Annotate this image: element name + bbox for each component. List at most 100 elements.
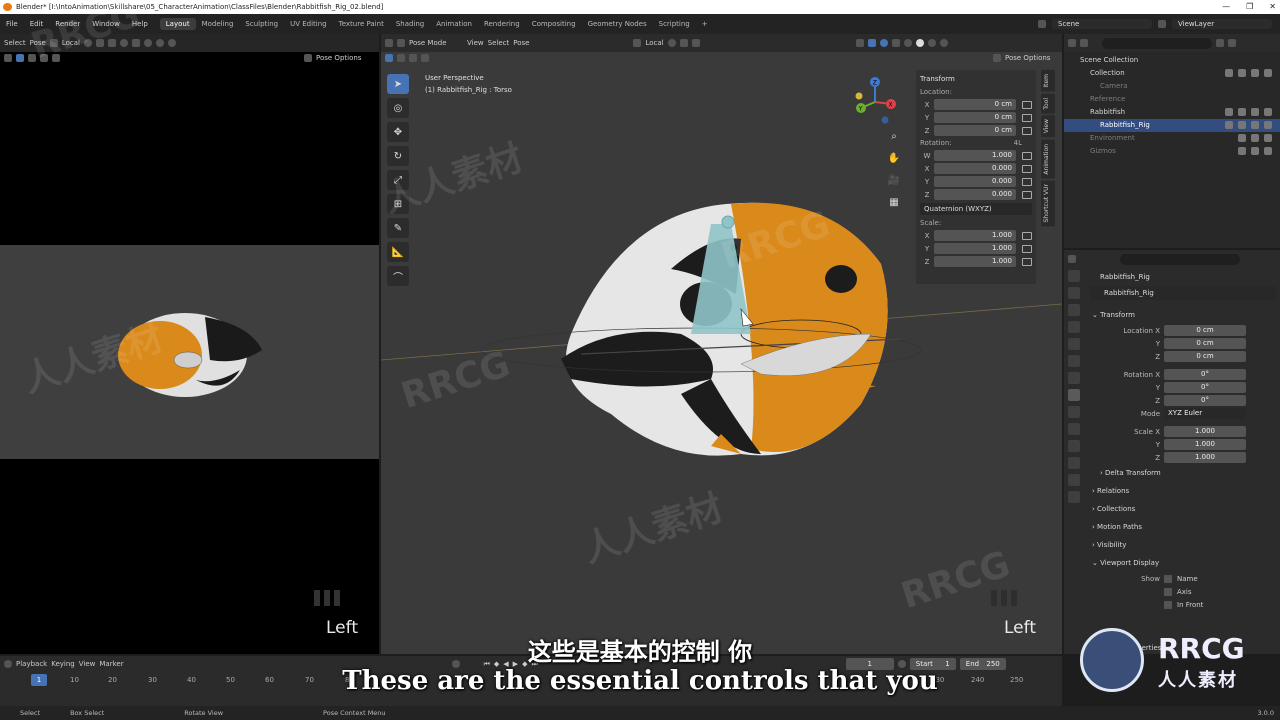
collections-section[interactable]: › Collections xyxy=(1086,500,1280,518)
menu-render[interactable]: Render xyxy=(49,20,86,28)
tab-tool[interactable]: Tool xyxy=(1041,93,1055,114)
tab-texture-paint[interactable]: Texture Paint xyxy=(333,18,390,30)
select-extend-icon[interactable] xyxy=(28,54,36,62)
annotate-tool-button[interactable]: ✎ xyxy=(387,218,409,238)
lock-icon[interactable] xyxy=(1022,231,1032,240)
overlay-icon[interactable] xyxy=(119,39,128,47)
scale-x-field[interactable]: 1.000 xyxy=(934,230,1016,241)
outliner-row[interactable]: Environment xyxy=(1064,132,1280,145)
menu-help[interactable]: Help xyxy=(126,20,154,28)
editor-type-icon[interactable] xyxy=(4,54,12,62)
lock-icon[interactable] xyxy=(1022,126,1032,135)
shading-rendered-icon[interactable] xyxy=(167,39,176,47)
shading-solid-icon[interactable] xyxy=(143,39,152,47)
move-tool-button[interactable]: ✥ xyxy=(387,122,409,142)
pivot-icon[interactable] xyxy=(83,39,92,47)
main-3d-viewport[interactable]: Pose Mode View Select Pose Local Pose Op… xyxy=(381,34,1062,654)
data-tab-icon[interactable] xyxy=(1068,457,1080,469)
lock-icon[interactable] xyxy=(1022,100,1032,109)
tool-tab-icon[interactable] xyxy=(1068,270,1080,282)
pan-hand-icon[interactable]: ✋ xyxy=(887,152,901,166)
camera-view-icon[interactable]: 🎥 xyxy=(887,174,901,188)
rotation-z-field[interactable]: 0.000 xyxy=(934,189,1016,200)
proportional-icon[interactable] xyxy=(107,39,116,47)
lock-icon[interactable] xyxy=(1022,177,1032,186)
location-z-field[interactable]: 0 cm xyxy=(934,125,1016,136)
collection-tab-icon[interactable] xyxy=(1068,372,1080,384)
select-invert-icon[interactable] xyxy=(52,54,60,62)
tab-layout[interactable]: Layout xyxy=(159,18,196,30)
display-mode-icon[interactable] xyxy=(1080,39,1088,47)
scene-field[interactable]: Scene xyxy=(1052,19,1152,29)
world-tab-icon[interactable] xyxy=(1068,355,1080,367)
maximize-button[interactable]: ❐ xyxy=(1246,0,1253,14)
properties-search-input[interactable] xyxy=(1120,253,1240,265)
rotation-4l-toggle[interactable]: 4L xyxy=(1014,137,1022,149)
location-x-field[interactable]: 0 cm xyxy=(934,99,1016,110)
outliner-search-input[interactable] xyxy=(1102,37,1212,49)
tab-animation[interactable]: Animation xyxy=(430,18,478,30)
cam-orientation-dropdown[interactable]: Local xyxy=(62,39,80,47)
tab-animation-sidebar[interactable]: Animation xyxy=(1041,139,1055,179)
outliner-row[interactable]: Collection xyxy=(1064,67,1280,80)
pose-tool-button[interactable]: ⌒ xyxy=(387,266,409,286)
tab-rendering[interactable]: Rendering xyxy=(478,18,526,30)
lock-icon[interactable] xyxy=(1022,244,1032,253)
menu-file[interactable]: File xyxy=(0,20,24,28)
menu-edit[interactable]: Edit xyxy=(24,20,50,28)
rotation-mode-dropdown[interactable]: Quaternion (WXYZ) xyxy=(920,203,1032,215)
tab-uv-editing[interactable]: UV Editing xyxy=(284,18,333,30)
tab-geometry-nodes[interactable]: Geometry Nodes xyxy=(582,18,653,30)
view-layer-tab-icon[interactable] xyxy=(1068,321,1080,333)
rotate-tool-button[interactable]: ↻ xyxy=(387,146,409,166)
tab-view[interactable]: View xyxy=(1041,115,1055,138)
cam-pose-options[interactable]: Pose Options xyxy=(316,54,361,62)
xray-toggle-icon[interactable] xyxy=(304,54,312,62)
select-subtract-icon[interactable] xyxy=(40,54,48,62)
add-workspace-button[interactable]: + xyxy=(696,18,714,30)
visibility-section[interactable]: › Visibility xyxy=(1086,536,1280,554)
zoom-icon[interactable]: ⌕ xyxy=(887,130,901,144)
npanel-transform-title[interactable]: Transform xyxy=(920,72,1032,86)
outliner-row[interactable]: Reference xyxy=(1064,93,1280,106)
bone-tab-icon[interactable] xyxy=(1068,474,1080,486)
show-axis-checkbox[interactable] xyxy=(1164,587,1172,596)
xray-icon[interactable] xyxy=(131,39,140,47)
texture-tab-icon[interactable] xyxy=(1068,491,1080,503)
editor-type-icon[interactable] xyxy=(1068,39,1076,47)
viewport-display-section[interactable]: ⌄ Viewport Display xyxy=(1086,554,1280,572)
outliner-row[interactable]: Gizmos xyxy=(1064,145,1280,158)
measure-tool-button[interactable]: 📐 xyxy=(387,242,409,262)
rotation-mode-dropdown[interactable]: XYZ Euler xyxy=(1164,408,1246,419)
object-name-field[interactable]: Rabbitfish_Rig xyxy=(1090,286,1276,300)
filter-icon[interactable] xyxy=(1216,39,1224,47)
location-y-field[interactable]: 0 cm xyxy=(934,112,1016,123)
motion-paths-section[interactable]: › Motion Paths xyxy=(1086,518,1280,536)
snap-icon[interactable] xyxy=(95,39,104,47)
navigation-gizmo[interactable]: X Y Z xyxy=(847,74,903,130)
properties-editor[interactable]: Rabbitfish_Rig Rabbitfish_Rig ⌄ Transfor… xyxy=(1064,250,1280,654)
transform-section[interactable]: ⌄ Transform xyxy=(1086,306,1280,324)
show-in-front-checkbox[interactable] xyxy=(1164,600,1172,609)
select-tool-button[interactable]: ➤ xyxy=(387,74,409,94)
constraints-tab-icon[interactable] xyxy=(1068,440,1080,452)
tab-compositing[interactable]: Compositing xyxy=(526,18,582,30)
cam-select-menu[interactable]: Select xyxy=(4,39,26,47)
modifiers-tab-icon[interactable] xyxy=(1068,406,1080,418)
tab-scripting[interactable]: Scripting xyxy=(653,18,696,30)
scene-tab-icon[interactable] xyxy=(1068,338,1080,350)
scale-z-field[interactable]: 1.000 xyxy=(934,256,1016,267)
tab-shortcut-vur[interactable]: Shortcut VUr xyxy=(1041,180,1055,227)
view-layer-field[interactable]: ViewLayer xyxy=(1172,19,1272,29)
tab-modeling[interactable]: Modeling xyxy=(196,18,240,30)
lock-icon[interactable] xyxy=(1022,164,1032,173)
transform-tool-button[interactable]: ⊞ xyxy=(387,194,409,214)
tab-item[interactable]: Item xyxy=(1041,70,1055,92)
camera-viewport[interactable]: Select Pose Local Pose Options Left xyxy=(0,34,379,654)
show-name-checkbox[interactable] xyxy=(1164,574,1172,583)
menu-window[interactable]: Window xyxy=(86,20,126,28)
output-tab-icon[interactable] xyxy=(1068,304,1080,316)
shading-material-icon[interactable] xyxy=(155,39,164,47)
cam-pose-menu[interactable]: Pose xyxy=(30,39,46,47)
delta-transform-section[interactable]: › Delta Transform xyxy=(1086,464,1280,482)
